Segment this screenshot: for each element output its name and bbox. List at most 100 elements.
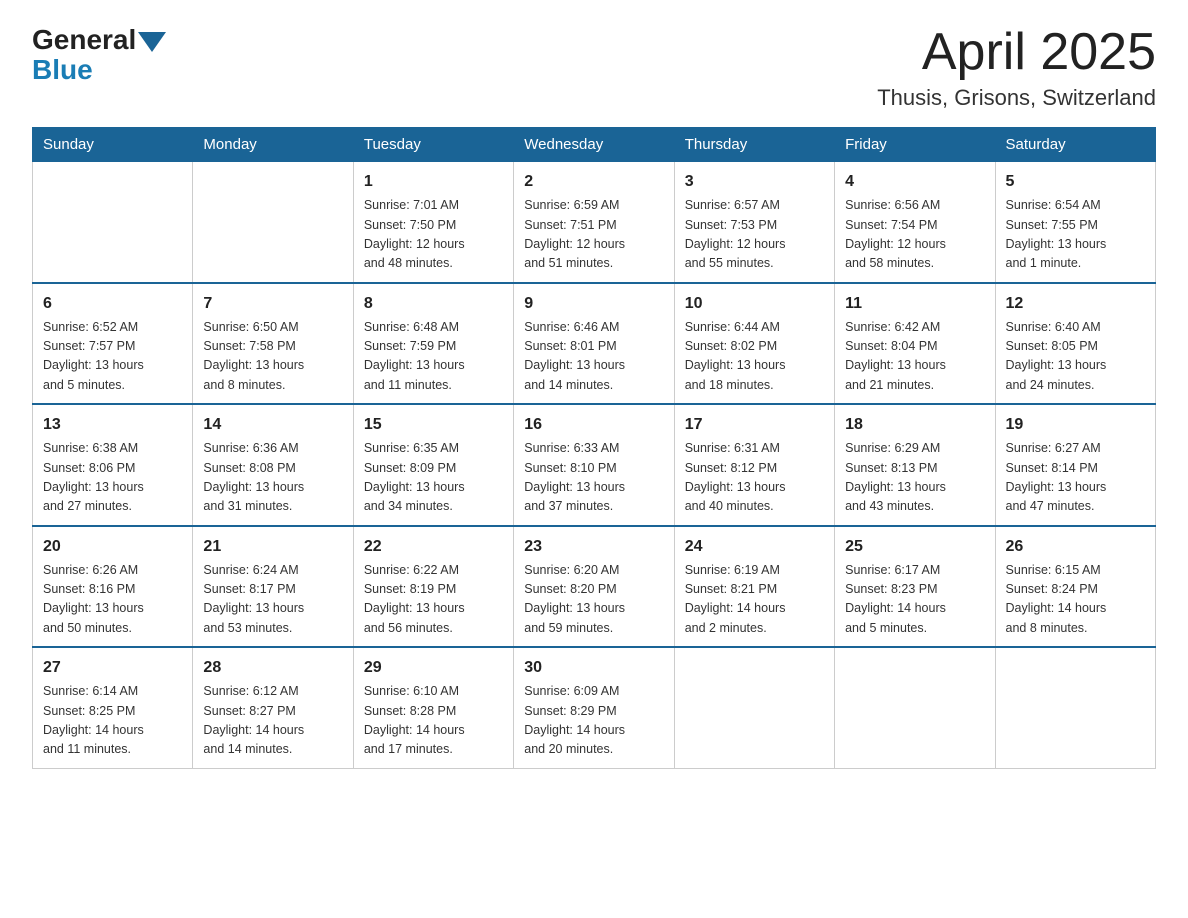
day-info: Sunrise: 6:33 AM Sunset: 8:10 PM Dayligh… — [524, 439, 663, 517]
day-number: 10 — [685, 292, 824, 316]
day-info: Sunrise: 6:56 AM Sunset: 7:54 PM Dayligh… — [845, 196, 984, 274]
calendar-week-row: 20Sunrise: 6:26 AM Sunset: 8:16 PM Dayli… — [33, 526, 1156, 648]
calendar-cell: 11Sunrise: 6:42 AM Sunset: 8:04 PM Dayli… — [835, 283, 995, 405]
calendar-cell: 6Sunrise: 6:52 AM Sunset: 7:57 PM Daylig… — [33, 283, 193, 405]
day-number: 11 — [845, 292, 984, 316]
calendar-cell: 13Sunrise: 6:38 AM Sunset: 8:06 PM Dayli… — [33, 404, 193, 526]
day-info: Sunrise: 6:36 AM Sunset: 8:08 PM Dayligh… — [203, 439, 342, 517]
day-info: Sunrise: 6:31 AM Sunset: 8:12 PM Dayligh… — [685, 439, 824, 517]
calendar-week-row: 27Sunrise: 6:14 AM Sunset: 8:25 PM Dayli… — [33, 647, 1156, 768]
day-number: 9 — [524, 292, 663, 316]
calendar-cell: 10Sunrise: 6:44 AM Sunset: 8:02 PM Dayli… — [674, 283, 834, 405]
calendar-cell: 27Sunrise: 6:14 AM Sunset: 8:25 PM Dayli… — [33, 647, 193, 768]
day-info: Sunrise: 6:54 AM Sunset: 7:55 PM Dayligh… — [1006, 196, 1145, 274]
location-title: Thusis, Grisons, Switzerland — [877, 85, 1156, 111]
logo-blue-text: Blue — [32, 54, 93, 86]
day-number: 22 — [364, 535, 503, 559]
calendar-week-row: 1Sunrise: 7:01 AM Sunset: 7:50 PM Daylig… — [33, 162, 1156, 283]
calendar-cell: 9Sunrise: 6:46 AM Sunset: 8:01 PM Daylig… — [514, 283, 674, 405]
day-info: Sunrise: 6:57 AM Sunset: 7:53 PM Dayligh… — [685, 196, 824, 274]
logo-general-text: General — [32, 24, 136, 56]
calendar-cell: 30Sunrise: 6:09 AM Sunset: 8:29 PM Dayli… — [514, 647, 674, 768]
day-info: Sunrise: 6:42 AM Sunset: 8:04 PM Dayligh… — [845, 318, 984, 396]
day-info: Sunrise: 6:26 AM Sunset: 8:16 PM Dayligh… — [43, 561, 182, 639]
day-number: 24 — [685, 535, 824, 559]
calendar-cell: 2Sunrise: 6:59 AM Sunset: 7:51 PM Daylig… — [514, 162, 674, 283]
logo-arrow-icon — [138, 32, 166, 52]
calendar-cell: 4Sunrise: 6:56 AM Sunset: 7:54 PM Daylig… — [835, 162, 995, 283]
calendar-cell — [33, 162, 193, 283]
calendar-cell — [193, 162, 353, 283]
calendar-cell: 8Sunrise: 6:48 AM Sunset: 7:59 PM Daylig… — [353, 283, 513, 405]
calendar-cell: 29Sunrise: 6:10 AM Sunset: 8:28 PM Dayli… — [353, 647, 513, 768]
day-info: Sunrise: 6:35 AM Sunset: 8:09 PM Dayligh… — [364, 439, 503, 517]
calendar-table: SundayMondayTuesdayWednesdayThursdayFrid… — [32, 127, 1156, 769]
calendar-cell: 19Sunrise: 6:27 AM Sunset: 8:14 PM Dayli… — [995, 404, 1155, 526]
day-info: Sunrise: 6:12 AM Sunset: 8:27 PM Dayligh… — [203, 682, 342, 760]
day-info: Sunrise: 6:15 AM Sunset: 8:24 PM Dayligh… — [1006, 561, 1145, 639]
day-info: Sunrise: 6:59 AM Sunset: 7:51 PM Dayligh… — [524, 196, 663, 274]
day-info: Sunrise: 6:44 AM Sunset: 8:02 PM Dayligh… — [685, 318, 824, 396]
day-number: 29 — [364, 656, 503, 680]
calendar-cell: 18Sunrise: 6:29 AM Sunset: 8:13 PM Dayli… — [835, 404, 995, 526]
day-info: Sunrise: 6:24 AM Sunset: 8:17 PM Dayligh… — [203, 561, 342, 639]
day-number: 14 — [203, 413, 342, 437]
day-number: 18 — [845, 413, 984, 437]
day-info: Sunrise: 6:10 AM Sunset: 8:28 PM Dayligh… — [364, 682, 503, 760]
calendar-cell: 26Sunrise: 6:15 AM Sunset: 8:24 PM Dayli… — [995, 526, 1155, 648]
day-number: 3 — [685, 170, 824, 194]
day-number: 8 — [364, 292, 503, 316]
day-number: 20 — [43, 535, 182, 559]
month-title: April 2025 — [877, 24, 1156, 81]
day-info: Sunrise: 6:52 AM Sunset: 7:57 PM Dayligh… — [43, 318, 182, 396]
day-number: 16 — [524, 413, 663, 437]
day-info: Sunrise: 6:27 AM Sunset: 8:14 PM Dayligh… — [1006, 439, 1145, 517]
day-number: 4 — [845, 170, 984, 194]
calendar-cell: 1Sunrise: 7:01 AM Sunset: 7:50 PM Daylig… — [353, 162, 513, 283]
day-info: Sunrise: 6:50 AM Sunset: 7:58 PM Dayligh… — [203, 318, 342, 396]
calendar-cell: 15Sunrise: 6:35 AM Sunset: 8:09 PM Dayli… — [353, 404, 513, 526]
day-number: 15 — [364, 413, 503, 437]
day-info: Sunrise: 6:19 AM Sunset: 8:21 PM Dayligh… — [685, 561, 824, 639]
weekday-header-tuesday: Tuesday — [353, 128, 513, 162]
day-number: 25 — [845, 535, 984, 559]
calendar-cell: 28Sunrise: 6:12 AM Sunset: 8:27 PM Dayli… — [193, 647, 353, 768]
weekday-header-saturday: Saturday — [995, 128, 1155, 162]
day-number: 5 — [1006, 170, 1145, 194]
weekday-header-friday: Friday — [835, 128, 995, 162]
day-number: 7 — [203, 292, 342, 316]
day-info: Sunrise: 6:22 AM Sunset: 8:19 PM Dayligh… — [364, 561, 503, 639]
calendar-header-row: SundayMondayTuesdayWednesdayThursdayFrid… — [33, 128, 1156, 162]
calendar-cell: 24Sunrise: 6:19 AM Sunset: 8:21 PM Dayli… — [674, 526, 834, 648]
day-number: 12 — [1006, 292, 1145, 316]
day-number: 1 — [364, 170, 503, 194]
day-number: 17 — [685, 413, 824, 437]
calendar-cell: 20Sunrise: 6:26 AM Sunset: 8:16 PM Dayli… — [33, 526, 193, 648]
day-info: Sunrise: 6:48 AM Sunset: 7:59 PM Dayligh… — [364, 318, 503, 396]
day-info: Sunrise: 6:14 AM Sunset: 8:25 PM Dayligh… — [43, 682, 182, 760]
day-info: Sunrise: 6:20 AM Sunset: 8:20 PM Dayligh… — [524, 561, 663, 639]
page-header: General Blue April 2025 Thusis, Grisons,… — [32, 24, 1156, 111]
day-number: 19 — [1006, 413, 1145, 437]
day-number: 30 — [524, 656, 663, 680]
day-info: Sunrise: 6:17 AM Sunset: 8:23 PM Dayligh… — [845, 561, 984, 639]
calendar-cell: 3Sunrise: 6:57 AM Sunset: 7:53 PM Daylig… — [674, 162, 834, 283]
day-number: 23 — [524, 535, 663, 559]
calendar-week-row: 6Sunrise: 6:52 AM Sunset: 7:57 PM Daylig… — [33, 283, 1156, 405]
calendar-cell: 12Sunrise: 6:40 AM Sunset: 8:05 PM Dayli… — [995, 283, 1155, 405]
calendar-cell: 16Sunrise: 6:33 AM Sunset: 8:10 PM Dayli… — [514, 404, 674, 526]
calendar-cell: 5Sunrise: 6:54 AM Sunset: 7:55 PM Daylig… — [995, 162, 1155, 283]
calendar-cell — [835, 647, 995, 768]
day-number: 2 — [524, 170, 663, 194]
day-number: 6 — [43, 292, 182, 316]
weekday-header-monday: Monday — [193, 128, 353, 162]
day-info: Sunrise: 6:46 AM Sunset: 8:01 PM Dayligh… — [524, 318, 663, 396]
day-number: 28 — [203, 656, 342, 680]
weekday-header-sunday: Sunday — [33, 128, 193, 162]
calendar-cell: 23Sunrise: 6:20 AM Sunset: 8:20 PM Dayli… — [514, 526, 674, 648]
weekday-header-thursday: Thursday — [674, 128, 834, 162]
calendar-cell — [995, 647, 1155, 768]
day-number: 13 — [43, 413, 182, 437]
calendar-cell: 22Sunrise: 6:22 AM Sunset: 8:19 PM Dayli… — [353, 526, 513, 648]
day-number: 21 — [203, 535, 342, 559]
